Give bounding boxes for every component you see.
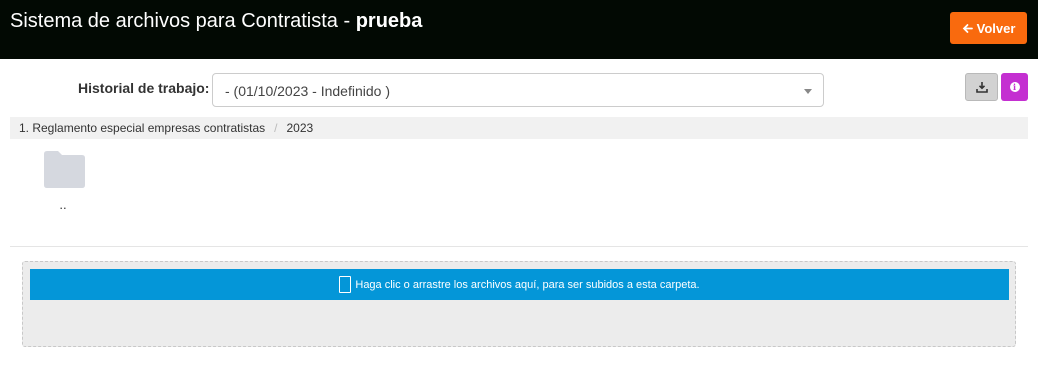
info-button[interactable]: i — [1001, 73, 1028, 101]
page-title-contractor: prueba — [355, 10, 423, 32]
breadcrumb: 1. Reglamento especial empresas contrati… — [10, 117, 1028, 139]
divider — [10, 246, 1028, 247]
info-icon: i — [1009, 82, 1020, 92]
chevron-down-icon — [804, 89, 812, 94]
download-button[interactable] — [965, 73, 998, 101]
back-button[interactable]: Volver — [950, 12, 1027, 44]
file-icon — [339, 276, 352, 293]
folder-parent[interactable]: .. — [34, 148, 92, 212]
breadcrumb-item-current: 2023 — [286, 121, 314, 135]
folder-icon — [44, 151, 85, 188]
folder-label: .. — [59, 197, 67, 212]
breadcrumb-item[interactable]: 1. Reglamento especial empresas contrati… — [19, 121, 265, 135]
page-title-text: Sistema de archivos para Contratista - — [10, 10, 356, 32]
top-bar: Sistema de archivos para Contratista - p… — [0, 0, 1038, 59]
history-select-value: - (01/10/2023 - Indefinido ) — [225, 83, 390, 99]
upload-dropzone[interactable]: Haga clic o arrastre los archivos aquí, … — [22, 261, 1016, 347]
back-button-label: Volver — [976, 20, 1016, 36]
history-label: Historial de trabajo: — [78, 80, 210, 96]
upload-text: Haga clic o arrastre los archivos aquí, … — [355, 278, 700, 291]
page-title: Sistema de archivos para Contratista - p… — [10, 10, 422, 33]
arrow-left-icon — [962, 23, 973, 33]
history-select[interactable]: - (01/10/2023 - Indefinido ) — [212, 73, 824, 107]
upload-bar[interactable]: Haga clic o arrastre los archivos aquí, … — [30, 269, 1009, 300]
breadcrumb-separator: / — [274, 121, 278, 135]
download-icon — [975, 82, 988, 93]
